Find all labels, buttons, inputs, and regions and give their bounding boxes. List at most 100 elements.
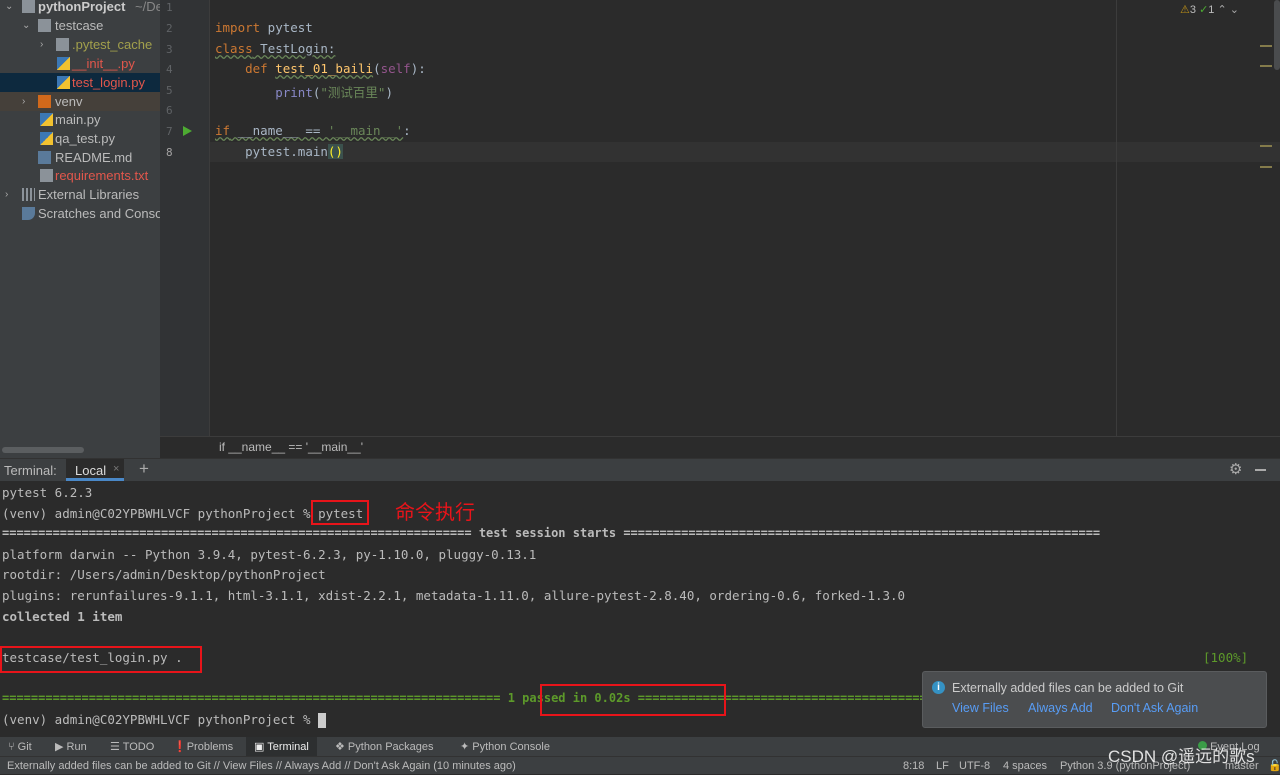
- terminal-line: pytest 6.2.3: [2, 485, 93, 500]
- tree-item-pytest-cache[interactable]: › .pytest_cache: [0, 35, 160, 54]
- terminal-line: platform darwin -- Python 3.9.4, pytest-…: [2, 547, 537, 562]
- code-text: __name__ ==: [230, 123, 328, 138]
- annotation-box: [540, 684, 726, 716]
- error-stripe-mark[interactable]: [1260, 145, 1272, 147]
- self-param: self: [380, 61, 411, 76]
- info-icon: i: [932, 681, 945, 694]
- library-icon: [22, 188, 35, 201]
- terminal-line: (venv) admin@C02YPBWHLVCF pythonProject …: [2, 712, 327, 728]
- status-bar: Externally added files can be added to G…: [0, 756, 1280, 774]
- tool-todo[interactable]: ☰ TODO: [110, 737, 154, 757]
- tool-terminal[interactable]: ▣ Terminal: [246, 737, 317, 757]
- line-separator[interactable]: LF: [936, 757, 949, 775]
- run-icon: ▶: [55, 741, 67, 753]
- tool-label: Python Console: [472, 741, 550, 753]
- gear-icon[interactable]: ⚙: [1229, 460, 1242, 478]
- error-stripe-mark[interactable]: [1260, 65, 1272, 67]
- project-tree: ⌄ pythonProject ~/De ⌄ testcase › .pytest_ca…: [0, 0, 160, 458]
- python-file-icon: [57, 57, 70, 70]
- tree-item-readme[interactable]: README.md: [0, 148, 160, 167]
- code-line-2[interactable]: import pytest: [215, 20, 313, 35]
- error-stripe-mark[interactable]: [1260, 166, 1272, 168]
- warning-count: 3: [1189, 4, 1196, 16]
- tool-label: Terminal: [267, 741, 309, 753]
- tree-item-scratches[interactable]: Scratches and Consoles: [0, 204, 160, 223]
- tab-local[interactable]: Local ×: [66, 459, 124, 481]
- terminal-line: collected 1 item: [2, 609, 123, 624]
- annotation-box: [0, 646, 202, 673]
- view-files-link[interactable]: View Files: [952, 701, 1009, 715]
- tree-item-venv[interactable]: › venv: [0, 92, 160, 111]
- cursor: [318, 713, 327, 728]
- tool-label: Python Packages: [347, 741, 434, 753]
- notification-message: Externally added files can be added to G…: [952, 681, 1184, 695]
- string: '__main__': [327, 123, 404, 138]
- tool-git[interactable]: ⑂ Git: [8, 737, 32, 757]
- tree-root[interactable]: ⌄ pythonProject ~/De: [0, 0, 160, 16]
- always-add-link[interactable]: Always Add: [1028, 701, 1093, 715]
- dont-ask-again-link[interactable]: Don't Ask Again: [1111, 701, 1198, 715]
- code-line-7[interactable]: if __name__ == '__main__':: [215, 123, 411, 138]
- list-icon: ☰: [110, 741, 123, 753]
- tree-item-testcase[interactable]: ⌄ testcase: [0, 16, 160, 35]
- caret-position[interactable]: 8:18: [903, 757, 924, 775]
- code-text: :: [403, 123, 411, 138]
- tree-item-init-py[interactable]: __init__.py: [0, 54, 160, 73]
- tree-item-main-py[interactable]: main.py: [0, 110, 160, 129]
- packages-icon: ❖: [335, 741, 348, 753]
- inspection-widget[interactable]: ⚠3 ✓1 ⌃ ⌄: [1180, 3, 1239, 16]
- line-number: 8: [166, 146, 173, 159]
- status-message[interactable]: Externally added files can be added to G…: [7, 757, 516, 775]
- tree-item-requirements[interactable]: requirements.txt: [0, 166, 160, 185]
- code-text: TestLogin:: [252, 41, 336, 56]
- indent[interactable]: 4 spaces: [1003, 757, 1047, 775]
- horizontal-scrollbar[interactable]: [2, 447, 84, 453]
- prompt: (venv) admin@C02YPBWHLVCF pythonProject …: [2, 712, 319, 727]
- error-stripe-mark[interactable]: [1260, 45, 1272, 47]
- editor-scrollbar[interactable]: [1274, 0, 1280, 70]
- tool-window-bar: ⑂ Git ▶ Run ☰ TODO ❗Problems ▣ Terminal …: [0, 736, 1280, 757]
- git-notification: i Externally added files can be added to…: [922, 671, 1267, 728]
- breadcrumb[interactable]: if __name__ == '__main__': [160, 436, 1280, 458]
- line-number: 6: [166, 104, 173, 117]
- close-icon[interactable]: ×: [113, 463, 119, 475]
- keyword: def: [245, 61, 276, 76]
- tree-item-qa-test-py[interactable]: qa_test.py: [0, 129, 160, 148]
- tree-item-test-login-py[interactable]: test_login.py: [0, 73, 160, 92]
- builtin: print: [275, 85, 313, 100]
- line-number: 4: [166, 63, 173, 76]
- lock-icon[interactable]: 🔓: [1268, 757, 1280, 775]
- annotation-box: [311, 500, 369, 525]
- python-file-icon: [40, 132, 53, 145]
- terminal-line: rootdir: /Users/admin/Desktop/pythonProj…: [2, 567, 326, 582]
- run-icon[interactable]: [183, 126, 192, 136]
- new-tab-icon[interactable]: +: [139, 459, 149, 479]
- code-line-5[interactable]: print("测试百里"): [215, 82, 393, 101]
- code-line-8[interactable]: pytest.main(): [215, 144, 343, 159]
- code-line-3[interactable]: class TestLogin:: [215, 41, 335, 56]
- tool-python-console[interactable]: ✦ Python Console: [460, 737, 550, 757]
- tree-item-external-libraries[interactable]: › External Libraries: [0, 185, 160, 204]
- scratches-icon: [22, 207, 35, 220]
- line-number: 1: [166, 1, 173, 14]
- progress-percent: [100%]: [1203, 650, 1249, 665]
- terminal-line: ========================================…: [2, 526, 1101, 540]
- keyword: class: [215, 41, 253, 56]
- encoding[interactable]: UTF-8: [959, 757, 990, 775]
- tool-label: Run: [66, 741, 87, 753]
- tool-label: TODO: [122, 741, 155, 753]
- string: "测试百里": [320, 85, 386, 100]
- git-icon: ⑂: [8, 741, 18, 753]
- code-line-4[interactable]: def test_01_baili(self):: [215, 61, 426, 76]
- annotation-text: 命令执行: [395, 502, 475, 524]
- tool-problems[interactable]: ❗Problems: [173, 737, 233, 757]
- line-number: 5: [166, 84, 173, 97]
- tool-run[interactable]: ▶ Run: [55, 737, 87, 757]
- tab-label: Local: [75, 463, 107, 478]
- ok-count: 1: [1208, 4, 1215, 16]
- folder-icon: [22, 0, 35, 13]
- minimize-icon[interactable]: [1255, 469, 1266, 471]
- function-name: test_01_baili: [275, 61, 374, 76]
- python-icon: ✦: [460, 741, 473, 753]
- tool-python-packages[interactable]: ❖ Python Packages: [335, 737, 434, 757]
